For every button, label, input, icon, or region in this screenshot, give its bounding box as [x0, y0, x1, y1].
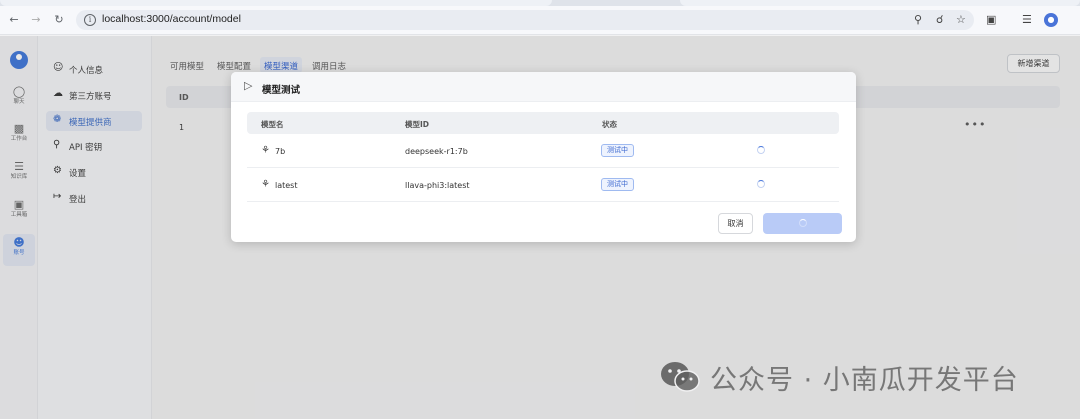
bookmark-star-icon[interactable]: ☆	[956, 13, 966, 26]
model-test-dialog: ▷ 模型测试 模型名 模型ID 状态 ⚘ 7b deepseek-r1:7b 测…	[231, 72, 856, 242]
send-icon: ▷	[244, 79, 253, 92]
media-icon[interactable]: ☰	[1022, 13, 1032, 26]
robot-icon: ⚘	[261, 179, 270, 190]
confirm-button[interactable]	[763, 213, 842, 234]
dialog-title: 模型测试	[262, 85, 301, 96]
wechat-logo-icon	[661, 362, 700, 392]
model-id-column-header: 模型ID	[405, 120, 430, 129]
model-name: latest	[275, 181, 298, 190]
loading-spinner-icon	[757, 180, 765, 188]
url-text[interactable]: localhost:3000/account/model	[102, 13, 241, 25]
robot-icon: ⚘	[261, 145, 270, 156]
profile-avatar-icon[interactable]: ●	[1044, 13, 1058, 27]
dialog-header: ▷ 模型测试	[231, 72, 856, 102]
model-id: llava-phi3:latest	[405, 181, 470, 190]
model-test-table: 模型名 模型ID 状态 ⚘ 7b deepseek-r1:7b 测试中 ⚘ la…	[247, 112, 839, 202]
model-name: 7b	[275, 147, 286, 156]
watermark-text: 公众号 · 小南瓜开发平台	[710, 365, 1019, 396]
address-bar[interactable]: i localhost:3000/account/model ⚲ ☌ ☆	[76, 10, 974, 30]
name-column-header: 模型名	[261, 120, 284, 129]
status-badge: 测试中	[601, 144, 634, 157]
site-info-icon[interactable]: i	[84, 14, 96, 26]
back-icon[interactable]: ←	[6, 12, 22, 28]
forward-icon[interactable]: →	[28, 12, 44, 28]
reload-icon[interactable]: ↻	[51, 12, 67, 28]
browser-toolbar: ← → ↻ i localhost:3000/account/model ⚲ ☌…	[0, 6, 1080, 35]
password-key-icon[interactable]: ⚲	[914, 13, 922, 26]
extensions-icon[interactable]: ▣	[986, 13, 996, 26]
cancel-button[interactable]: 取消	[718, 213, 753, 234]
zoom-icon[interactable]: ☌	[936, 13, 943, 26]
table-row: ⚘ 7b deepseek-r1:7b 测试中	[247, 134, 839, 168]
loading-spinner-icon	[757, 146, 765, 154]
status-column-header: 状态	[602, 120, 617, 129]
table-header: 模型名 模型ID 状态	[247, 112, 839, 134]
loading-spinner-icon	[799, 219, 807, 227]
status-badge: 测试中	[601, 178, 634, 191]
table-row: ⚘ latest llava-phi3:latest 测试中	[247, 168, 839, 202]
model-id: deepseek-r1:7b	[405, 147, 468, 156]
